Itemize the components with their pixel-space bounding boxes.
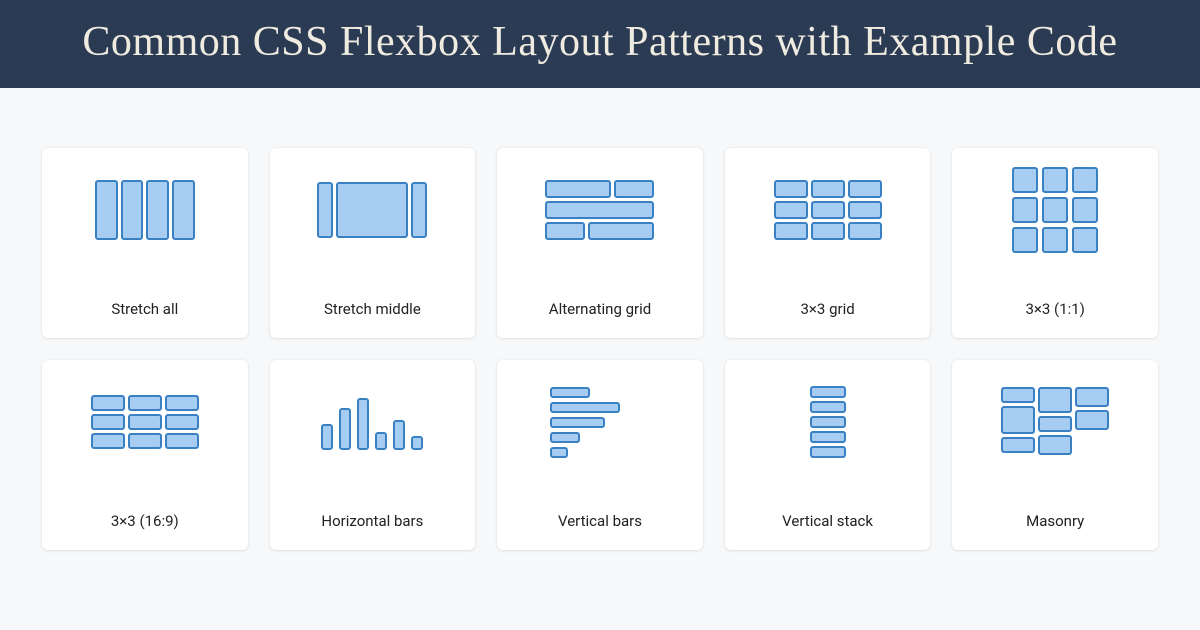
thumb-vertical-stack-icon xyxy=(773,382,883,462)
thumb-3x3-16-9-icon xyxy=(90,382,200,462)
pattern-card-horizontal-bars[interactable]: Horizontal bars xyxy=(270,360,476,550)
pattern-card-stretch-middle[interactable]: Stretch middle xyxy=(270,148,476,338)
card-label: 3×3 grid xyxy=(800,300,854,318)
card-label: Stretch all xyxy=(111,300,178,318)
thumb-3x3-grid-icon xyxy=(773,170,883,250)
thumb-stretch-middle-icon xyxy=(317,170,427,250)
card-label: 3×3 (16:9) xyxy=(111,512,179,530)
thumb-masonry-icon xyxy=(1000,382,1110,462)
thumb-horizontal-bars-icon xyxy=(317,382,427,462)
card-label: Alternating grid xyxy=(549,300,651,318)
thumb-alternating-grid-icon xyxy=(545,170,655,250)
pattern-card-3x3-grid[interactable]: 3×3 grid xyxy=(725,148,931,338)
thumb-vertical-bars-icon xyxy=(545,382,655,462)
card-label: 3×3 (1:1) xyxy=(1025,300,1084,318)
card-label: Masonry xyxy=(1026,512,1084,530)
card-label: Stretch middle xyxy=(324,300,421,318)
thumb-3x3-1-1-icon xyxy=(1000,170,1110,250)
pattern-card-vertical-bars[interactable]: Vertical bars xyxy=(497,360,703,550)
pattern-card-stretch-all[interactable]: Stretch all xyxy=(42,148,248,338)
card-label: Horizontal bars xyxy=(321,512,423,530)
pattern-grid: Stretch all Stretch middle Alternating g… xyxy=(0,88,1200,580)
thumb-stretch-all-icon xyxy=(90,170,200,250)
pattern-card-alternating-grid[interactable]: Alternating grid xyxy=(497,148,703,338)
pattern-card-3x3-1-1[interactable]: 3×3 (1:1) xyxy=(952,148,1158,338)
pattern-card-vertical-stack[interactable]: Vertical stack xyxy=(725,360,931,550)
card-label: Vertical bars xyxy=(558,512,642,530)
pattern-card-masonry[interactable]: Masonry xyxy=(952,360,1158,550)
page-title: Common CSS Flexbox Layout Patterns with … xyxy=(0,0,1200,88)
card-label: Vertical stack xyxy=(782,512,873,530)
pattern-card-3x3-16-9[interactable]: 3×3 (16:9) xyxy=(42,360,248,550)
